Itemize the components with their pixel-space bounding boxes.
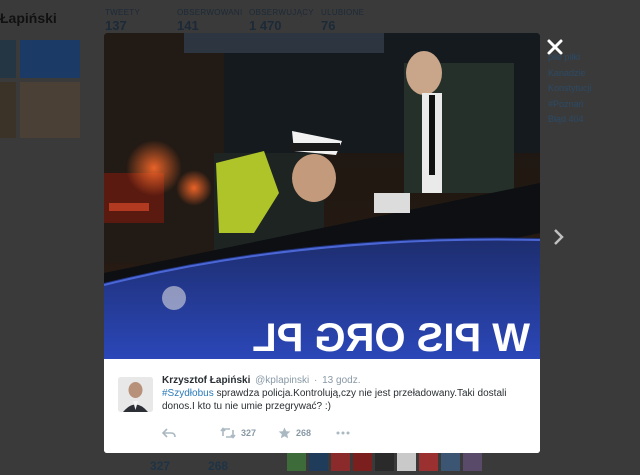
tweet-header: Krzysztof Łapiński @kplapinski · 13 godz… — [162, 375, 360, 386]
separator-dot: · — [313, 375, 318, 386]
follower-avatars — [287, 452, 482, 471]
profile-name: Łapiński — [0, 10, 57, 26]
background-retweet-count: 327 — [150, 459, 171, 473]
stat-value: 1 470 — [249, 18, 282, 33]
tweet-body: sprawdza policja.Kontrolują,czy nie jest… — [162, 388, 507, 412]
media-thumbnail[interactable] — [20, 40, 80, 78]
tweet-text: #Szydłobus sprawdza policja.Kontrolują,c… — [162, 388, 517, 413]
trend-item[interactable]: #Poznań — [548, 97, 592, 113]
follower-avatar[interactable] — [397, 452, 416, 471]
chevron-right-icon[interactable] — [552, 228, 566, 246]
follower-avatar[interactable] — [375, 452, 394, 471]
media-thumbnail[interactable] — [0, 82, 16, 138]
tweet-card: Krzysztof Łapiński @kplapinski · 13 godz… — [104, 359, 540, 453]
follower-avatar[interactable] — [419, 452, 438, 471]
profile-stats: TWEETY 137 OBSERWOWANI 141 OBSERWUJĄCY 1… — [105, 8, 393, 33]
tweet-timestamp[interactable]: 13 godz. — [322, 375, 360, 386]
stat-tweets[interactable]: TWEETY 137 — [105, 8, 173, 33]
background-favorite-count: 268 — [208, 459, 229, 473]
favorite-count: 268 — [296, 428, 312, 438]
retweet-icon — [220, 427, 236, 439]
stat-label: ULUBIONE — [321, 8, 365, 17]
follower-avatar[interactable] — [331, 452, 350, 471]
stat-label: OBSERWUJĄCY — [249, 8, 314, 17]
stat-value: 76 — [321, 18, 336, 33]
background-tweet-counts: 327 268 — [150, 459, 228, 473]
tweet-photo[interactable]: W PIS ORG PL — [104, 33, 540, 360]
stat-label: TWEETY — [105, 8, 141, 17]
tweet-actions: 327 268 — [162, 426, 462, 440]
follower-avatar[interactable] — [287, 452, 306, 471]
retweet-count: 327 — [241, 428, 257, 438]
trend-item[interactable]: Konstytucji — [548, 81, 592, 97]
reply-icon — [162, 428, 176, 438]
trend-item[interactable]: Kanadzie — [548, 66, 592, 82]
stat-value: 137 — [105, 18, 127, 33]
favorite-button[interactable]: 268 — [278, 426, 311, 440]
close-icon[interactable] — [546, 38, 564, 56]
follower-avatar[interactable] — [309, 452, 328, 471]
follower-avatar[interactable] — [463, 452, 482, 471]
media-thumbnail[interactable] — [0, 40, 16, 78]
retweet-button[interactable]: 327 — [220, 426, 256, 440]
bus-lettering: W PIS ORG PL — [252, 316, 530, 359]
author-fullname[interactable]: Krzysztof Łapiński — [162, 375, 250, 386]
more-icon — [336, 431, 350, 435]
trends-list: pile piłki Kanadzie Konstytucji #Poznań … — [548, 50, 592, 128]
stat-favorites[interactable]: ULUBIONE 76 — [321, 8, 389, 33]
follower-avatar[interactable] — [441, 452, 460, 471]
media-modal: W PIS ORG PL Krzysztof Łapiński @kplapin… — [104, 33, 540, 453]
author-handle[interactable]: @kplapinski — [255, 375, 309, 386]
trend-item[interactable]: Błąd 404 — [548, 112, 592, 128]
stat-following[interactable]: OBSERWOWANI 141 — [177, 8, 245, 33]
stat-followers[interactable]: OBSERWUJĄCY 1 470 — [249, 8, 317, 33]
hashtag-link[interactable]: #Szydłobus — [162, 388, 214, 399]
stat-value: 141 — [177, 18, 199, 33]
reply-button[interactable] — [162, 426, 176, 440]
more-button[interactable] — [336, 426, 350, 440]
stat-label: OBSERWOWANI — [177, 8, 243, 17]
follower-avatar[interactable] — [353, 452, 372, 471]
media-thumbnail[interactable] — [20, 82, 80, 138]
avatar[interactable] — [118, 377, 153, 412]
star-icon — [278, 427, 291, 439]
